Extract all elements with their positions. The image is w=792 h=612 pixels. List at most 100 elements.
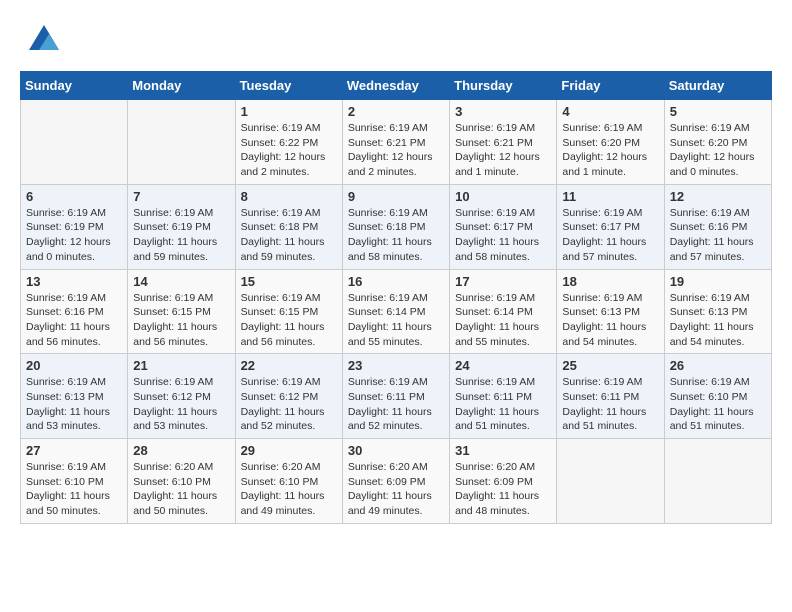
day-info: Sunrise: 6:20 AM Sunset: 6:09 PM Dayligh… bbox=[348, 460, 444, 519]
day-info: Sunrise: 6:19 AM Sunset: 6:17 PM Dayligh… bbox=[455, 206, 551, 265]
day-info: Sunrise: 6:19 AM Sunset: 6:13 PM Dayligh… bbox=[26, 375, 122, 434]
day-number: 22 bbox=[241, 358, 337, 373]
day-info: Sunrise: 6:20 AM Sunset: 6:09 PM Dayligh… bbox=[455, 460, 551, 519]
day-number: 1 bbox=[241, 104, 337, 119]
day-info: Sunrise: 6:19 AM Sunset: 6:20 PM Dayligh… bbox=[670, 121, 766, 180]
day-number: 3 bbox=[455, 104, 551, 119]
day-number: 14 bbox=[133, 274, 229, 289]
day-number: 17 bbox=[455, 274, 551, 289]
calendar-cell bbox=[557, 439, 664, 524]
day-info: Sunrise: 6:19 AM Sunset: 6:19 PM Dayligh… bbox=[26, 206, 122, 265]
day-info: Sunrise: 6:19 AM Sunset: 6:11 PM Dayligh… bbox=[455, 375, 551, 434]
calendar-cell: 21Sunrise: 6:19 AM Sunset: 6:12 PM Dayli… bbox=[128, 354, 235, 439]
day-info: Sunrise: 6:20 AM Sunset: 6:10 PM Dayligh… bbox=[133, 460, 229, 519]
day-info: Sunrise: 6:19 AM Sunset: 6:18 PM Dayligh… bbox=[241, 206, 337, 265]
weekday-friday: Friday bbox=[557, 72, 664, 100]
weekday-header-row: SundayMondayTuesdayWednesdayThursdayFrid… bbox=[21, 72, 772, 100]
day-number: 6 bbox=[26, 189, 122, 204]
day-number: 7 bbox=[133, 189, 229, 204]
day-info: Sunrise: 6:19 AM Sunset: 6:15 PM Dayligh… bbox=[241, 291, 337, 350]
day-info: Sunrise: 6:19 AM Sunset: 6:18 PM Dayligh… bbox=[348, 206, 444, 265]
day-info: Sunrise: 6:19 AM Sunset: 6:11 PM Dayligh… bbox=[348, 375, 444, 434]
calendar-cell: 2Sunrise: 6:19 AM Sunset: 6:21 PM Daylig… bbox=[342, 100, 449, 185]
calendar-cell: 29 Sunrise: 6:20 AM Sunset: 6:10 PM Dayli… bbox=[235, 439, 342, 524]
day-info: Sunrise: 6:19 AM Sunset: 6:20 PM Dayligh… bbox=[562, 121, 658, 180]
day-info: Sunrise: 6:19 AM Sunset: 6:16 PM Dayligh… bbox=[26, 291, 122, 350]
week-row-2: 6 Sunrise: 6:19 AM Sunset: 6:19 PM Daylig… bbox=[21, 184, 772, 269]
calendar-table: SundayMondayTuesdayWednesdayThursdayFrid… bbox=[20, 71, 772, 524]
day-info: Sunrise: 6:19 AM Sunset: 6:21 PM Dayligh… bbox=[348, 121, 444, 180]
day-number: 4 bbox=[562, 104, 658, 119]
day-number: 27 bbox=[26, 443, 122, 458]
day-number: 16 bbox=[348, 274, 444, 289]
week-row-3: 13 Sunrise: 6:19 AM Sunset: 6:16 PM Dayli… bbox=[21, 269, 772, 354]
day-number: 5 bbox=[670, 104, 766, 119]
day-info: Sunrise: 6:19 AM Sunset: 6:13 PM Dayligh… bbox=[562, 291, 658, 350]
calendar-cell: 14 Sunrise: 6:19 AM Sunset: 6:15 PM Dayli… bbox=[128, 269, 235, 354]
day-info: Sunrise: 6:19 AM Sunset: 6:11 PM Dayligh… bbox=[562, 375, 658, 434]
calendar-body: 1 Sunrise: 6:19 AM Sunset: 6:22 PM Daylig… bbox=[21, 100, 772, 524]
calendar-cell: 4 Sunrise: 6:19 AM Sunset: 6:20 PM Daylig… bbox=[557, 100, 664, 185]
day-info: Sunrise: 6:19 AM Sunset: 6:14 PM Dayligh… bbox=[348, 291, 444, 350]
day-info: Sunrise: 6:19 AM Sunset: 6:12 PM Dayligh… bbox=[241, 375, 337, 434]
day-number: 13 bbox=[26, 274, 122, 289]
calendar-cell: 13 Sunrise: 6:19 AM Sunset: 6:16 PM Dayli… bbox=[21, 269, 128, 354]
calendar-cell bbox=[21, 100, 128, 185]
weekday-monday: Monday bbox=[128, 72, 235, 100]
day-number: 26 bbox=[670, 358, 766, 373]
page-header bbox=[20, 20, 772, 55]
calendar-cell bbox=[128, 100, 235, 185]
day-number: 18 bbox=[562, 274, 658, 289]
day-info: Sunrise: 6:19 AM Sunset: 6:10 PM Dayligh… bbox=[26, 460, 122, 519]
calendar-cell: 16 Sunrise: 6:19 AM Sunset: 6:14 PM Dayli… bbox=[342, 269, 449, 354]
logo-icon bbox=[24, 20, 64, 55]
calendar-cell: 9 Sunrise: 6:19 AM Sunset: 6:18 PM Daylig… bbox=[342, 184, 449, 269]
calendar-cell: 15 Sunrise: 6:19 AM Sunset: 6:15 PM Dayli… bbox=[235, 269, 342, 354]
day-info: Sunrise: 6:19 AM Sunset: 6:22 PM Dayligh… bbox=[241, 121, 337, 180]
calendar-cell: 22 Sunrise: 6:19 AM Sunset: 6:12 PM Dayli… bbox=[235, 354, 342, 439]
calendar-cell: 18 Sunrise: 6:19 AM Sunset: 6:13 PM Dayli… bbox=[557, 269, 664, 354]
calendar-cell: 12 Sunrise: 6:19 AM Sunset: 6:16 PM Dayli… bbox=[664, 184, 771, 269]
day-number: 23 bbox=[348, 358, 444, 373]
day-number: 10 bbox=[455, 189, 551, 204]
day-info: Sunrise: 6:19 AM Sunset: 6:17 PM Dayligh… bbox=[562, 206, 658, 265]
calendar-cell: 11Sunrise: 6:19 AM Sunset: 6:17 PM Dayli… bbox=[557, 184, 664, 269]
day-info: Sunrise: 6:19 AM Sunset: 6:16 PM Dayligh… bbox=[670, 206, 766, 265]
calendar-cell: 10 Sunrise: 6:19 AM Sunset: 6:17 PM Dayli… bbox=[450, 184, 557, 269]
calendar-cell: 1 Sunrise: 6:19 AM Sunset: 6:22 PM Daylig… bbox=[235, 100, 342, 185]
day-info: Sunrise: 6:19 AM Sunset: 6:14 PM Dayligh… bbox=[455, 291, 551, 350]
day-info: Sunrise: 6:19 AM Sunset: 6:21 PM Dayligh… bbox=[455, 121, 551, 180]
calendar-cell: 26Sunrise: 6:19 AM Sunset: 6:10 PM Dayli… bbox=[664, 354, 771, 439]
day-number: 8 bbox=[241, 189, 337, 204]
week-row-4: 20Sunrise: 6:19 AM Sunset: 6:13 PM Dayli… bbox=[21, 354, 772, 439]
day-number: 12 bbox=[670, 189, 766, 204]
calendar-cell: 24Sunrise: 6:19 AM Sunset: 6:11 PM Dayli… bbox=[450, 354, 557, 439]
calendar-cell: 20Sunrise: 6:19 AM Sunset: 6:13 PM Dayli… bbox=[21, 354, 128, 439]
day-number: 19 bbox=[670, 274, 766, 289]
day-info: Sunrise: 6:19 AM Sunset: 6:12 PM Dayligh… bbox=[133, 375, 229, 434]
day-number: 9 bbox=[348, 189, 444, 204]
day-info: Sunrise: 6:20 AM Sunset: 6:10 PM Dayligh… bbox=[241, 460, 337, 519]
calendar-cell: 27 Sunrise: 6:19 AM Sunset: 6:10 PM Dayli… bbox=[21, 439, 128, 524]
day-number: 15 bbox=[241, 274, 337, 289]
day-number: 28 bbox=[133, 443, 229, 458]
day-number: 31 bbox=[455, 443, 551, 458]
weekday-wednesday: Wednesday bbox=[342, 72, 449, 100]
weekday-sunday: Sunday bbox=[21, 72, 128, 100]
calendar-cell: 17 Sunrise: 6:19 AM Sunset: 6:14 PM Dayli… bbox=[450, 269, 557, 354]
day-info: Sunrise: 6:19 AM Sunset: 6:19 PM Dayligh… bbox=[133, 206, 229, 265]
calendar-cell: 31 Sunrise: 6:20 AM Sunset: 6:09 PM Dayli… bbox=[450, 439, 557, 524]
week-row-5: 27 Sunrise: 6:19 AM Sunset: 6:10 PM Dayli… bbox=[21, 439, 772, 524]
calendar-cell: 19Sunrise: 6:19 AM Sunset: 6:13 PM Dayli… bbox=[664, 269, 771, 354]
weekday-thursday: Thursday bbox=[450, 72, 557, 100]
calendar-cell: 23 Sunrise: 6:19 AM Sunset: 6:11 PM Dayli… bbox=[342, 354, 449, 439]
calendar-cell: 7 Sunrise: 6:19 AM Sunset: 6:19 PM Daylig… bbox=[128, 184, 235, 269]
day-number: 30 bbox=[348, 443, 444, 458]
day-number: 29 bbox=[241, 443, 337, 458]
weekday-tuesday: Tuesday bbox=[235, 72, 342, 100]
weekday-saturday: Saturday bbox=[664, 72, 771, 100]
week-row-1: 1 Sunrise: 6:19 AM Sunset: 6:22 PM Daylig… bbox=[21, 100, 772, 185]
calendar-cell: 6 Sunrise: 6:19 AM Sunset: 6:19 PM Daylig… bbox=[21, 184, 128, 269]
day-info: Sunrise: 6:19 AM Sunset: 6:15 PM Dayligh… bbox=[133, 291, 229, 350]
logo bbox=[20, 20, 64, 55]
